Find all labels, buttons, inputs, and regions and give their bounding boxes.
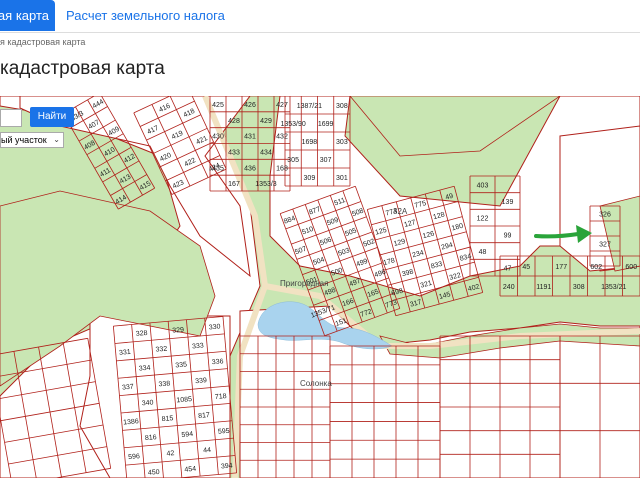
parcel-number[interactable]: 1353/3: [255, 181, 277, 188]
tab-land-tax[interactable]: Расчет земельного налога: [66, 0, 225, 31]
parcel-number[interactable]: 436: [244, 165, 256, 172]
parcel-number[interactable]: 1353/21: [601, 284, 626, 291]
parcel-number[interactable]: 433: [228, 149, 240, 156]
map-canvas[interactable]: 1353/34444074084094104114124134144154164…: [0, 96, 640, 478]
parcel-number[interactable]: 772: [360, 308, 373, 319]
parcel-number[interactable]: 333: [192, 342, 204, 350]
tab-cadastral-map-label: Кадастровая карта: [0, 8, 49, 23]
cadastral-map[interactable]: 1353/3 444 407 408 409 410 411 412 413 414 415 416 4…: [0, 96, 640, 478]
parcel-number[interactable]: 431: [244, 134, 256, 141]
parcel-number[interactable]: 99: [504, 232, 512, 239]
parcel-number[interactable]: 331: [119, 349, 131, 357]
parcel-number[interactable]: 450: [148, 469, 160, 477]
parcel-number[interactable]: 177: [555, 264, 567, 271]
parcel-number[interactable]: 425: [212, 102, 224, 109]
parcel-number[interactable]: 434: [260, 149, 272, 156]
search-input[interactable]: [0, 109, 22, 127]
parcel-number[interactable]: 327: [599, 242, 611, 249]
breadcrumb: я кадастровая карта: [0, 37, 86, 47]
parcel-number[interactable]: 1085: [176, 396, 192, 404]
parcel-number[interactable]: 394: [221, 463, 233, 471]
parcel-number[interactable]: 305: [287, 157, 299, 164]
parcel-number[interactable]: 336: [212, 358, 224, 366]
parcel-number[interactable]: 44: [203, 447, 211, 455]
parcel-number[interactable]: 49: [445, 193, 454, 202]
parcel-number[interactable]: 168: [276, 165, 288, 172]
parcel-number[interactable]: 430: [212, 134, 224, 141]
parcel-number[interactable]: 816: [145, 434, 157, 442]
parcel-number[interactable]: 1699: [318, 121, 334, 128]
parcel-number[interactable]: 339: [195, 377, 207, 385]
parcel-number[interactable]: 427: [276, 102, 288, 109]
parcel-number[interactable]: 718: [215, 393, 227, 401]
parcel-number[interactable]: 428: [228, 118, 240, 125]
parcel-number[interactable]: 332: [155, 346, 167, 354]
parcel-number[interactable]: 815: [161, 415, 173, 423]
parcel-number[interactable]: 47: [504, 266, 512, 273]
parcel-number[interactable]: 1191: [536, 284, 551, 291]
parcel-number[interactable]: 340: [142, 399, 154, 407]
parcel-number[interactable]: 338: [158, 380, 170, 388]
parcel-number[interactable]: 602: [590, 264, 602, 271]
parcel-number[interactable]: 45: [522, 264, 530, 271]
parcel-number[interactable]: 1386: [123, 418, 139, 426]
parcel-number[interactable]: 48: [479, 249, 487, 256]
parcel-number[interactable]: 497: [348, 278, 361, 289]
place-label-prigorodnaya: Пригородная: [280, 279, 328, 288]
layer-select-value: ый участок: [1, 135, 47, 145]
tab-cadastral-map[interactable]: Кадастровая карта: [0, 0, 55, 31]
parcel-number[interactable]: 317: [409, 299, 422, 309]
parcel-number[interactable]: 307: [320, 157, 332, 164]
parcel-number[interactable]: 122: [477, 216, 489, 223]
parcel-number[interactable]: 1353/90: [280, 121, 305, 128]
parcel-number[interactable]: 596: [128, 453, 140, 461]
parcel-number[interactable]: 594: [181, 431, 193, 439]
parcel-number[interactable]: 145: [438, 291, 451, 301]
parcel-number[interactable]: 329: [172, 327, 184, 335]
parcel-number[interactable]: 600: [625, 264, 637, 271]
tab-bar: Кадастровая карта Расчет земельного нало…: [0, 0, 640, 33]
parcel-number[interactable]: 411: [99, 167, 112, 179]
layer-select[interactable]: ый участок ⌄: [0, 132, 64, 148]
parcel-number[interactable]: 301: [336, 175, 348, 182]
parcel-number[interactable]: 326: [599, 212, 611, 219]
parcel-number[interactable]: 337: [122, 384, 134, 392]
parcel-number[interactable]: 498: [323, 287, 336, 298]
parcel-number[interactable]: 403: [477, 182, 489, 189]
parcel-number[interactable]: 139: [502, 199, 514, 206]
parcel-number[interactable]: 432: [276, 134, 288, 141]
parcel-number[interactable]: 334: [139, 365, 151, 373]
parcel-number[interactable]: 166: [341, 298, 354, 309]
parcel-number[interactable]: 426: [244, 102, 256, 109]
parcel-number[interactable]: 817: [198, 412, 210, 420]
parcel-number[interactable]: 435: [212, 165, 224, 172]
search-button[interactable]: Найти: [30, 107, 74, 127]
parcel-number[interactable]: 240: [503, 284, 515, 291]
parcel-number[interactable]: 595: [218, 428, 230, 436]
place-label-32a: 32А: [393, 207, 408, 216]
parcel-number[interactable]: 328: [136, 330, 148, 338]
chevron-down-icon: ⌄: [53, 135, 60, 144]
parcel-number[interactable]: 167: [228, 181, 240, 188]
page-title: кадастровая карта: [0, 58, 165, 79]
parcel-number[interactable]: 773: [385, 299, 398, 310]
parcel-number[interactable]: 429: [260, 118, 272, 125]
parcel-number[interactable]: 303: [336, 139, 348, 146]
place-label-solonka: Солонка: [300, 379, 332, 388]
parcel-number[interactable]: 165: [367, 288, 380, 299]
parcel-number[interactable]: 335: [175, 361, 187, 369]
parcel-number[interactable]: 330: [209, 323, 221, 331]
parcel-number[interactable]: 309: [304, 175, 316, 182]
parcel-number[interactable]: 454: [184, 466, 196, 474]
parcel-number[interactable]: 42: [166, 450, 174, 458]
parcel-number[interactable]: 308: [336, 103, 348, 110]
parcel-number[interactable]: 402: [467, 283, 480, 293]
parcel-number[interactable]: 308: [573, 284, 585, 291]
parcel-number[interactable]: 1387/21: [297, 103, 322, 110]
parcel-number[interactable]: 1698: [302, 139, 318, 146]
